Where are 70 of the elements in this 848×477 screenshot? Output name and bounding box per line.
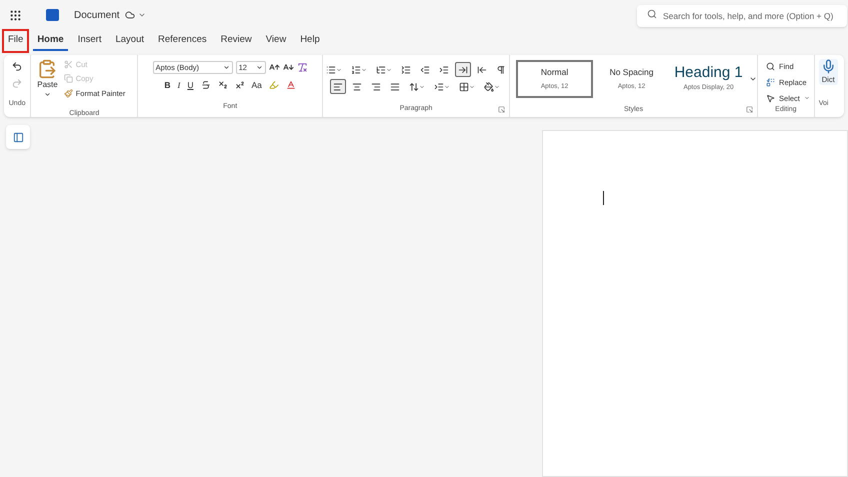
left-to-right-icon — [458, 64, 468, 74]
replace-icon — [766, 78, 776, 87]
undo-icon[interactable] — [11, 61, 24, 72]
increase-indent-icon — [439, 64, 450, 74]
ribbon-tab[interactable]: View — [262, 31, 290, 51]
caret-icon — [494, 84, 500, 90]
align-justify-icon — [390, 82, 400, 92]
dialog-launcher-icon[interactable] — [746, 106, 754, 113]
search-icon — [766, 62, 776, 72]
superscript-icon[interactable] — [234, 80, 244, 90]
caret-icon — [361, 66, 368, 72]
underline-button[interactable]: U — [187, 79, 194, 92]
ribbon-tab[interactable]: Help — [296, 31, 324, 51]
shrink-font-icon[interactable] — [282, 62, 294, 73]
right-to-left-icon — [477, 64, 488, 74]
align-right-icon — [370, 82, 381, 92]
navigation-pane-button[interactable] — [6, 125, 30, 149]
ribbon-tab[interactable]: Review — [216, 31, 256, 51]
change-case-button[interactable]: Aa — [252, 79, 262, 92]
caret-icon — [468, 84, 475, 90]
paragraph-button[interactable] — [330, 79, 346, 94]
font-color-icon[interactable] — [286, 80, 296, 90]
shading-icon — [484, 82, 494, 92]
bullets-icon — [326, 64, 336, 74]
bold-button[interactable]: B — [164, 79, 171, 92]
align-left-icon — [332, 82, 343, 92]
caret-icon — [386, 66, 392, 72]
caret-icon — [44, 91, 51, 98]
numbered-list-icon — [351, 64, 362, 74]
dialog-launcher-icon[interactable] — [498, 106, 506, 113]
ribbon-tab[interactable]: References — [154, 31, 211, 51]
clipboard-icon — [37, 59, 58, 79]
grow-font-icon[interactable] — [268, 62, 280, 73]
caret-icon — [336, 66, 342, 72]
panel-icon — [12, 132, 24, 142]
pointer-icon — [766, 94, 776, 103]
paste-button[interactable]: Paste — [37, 59, 58, 99]
paintbrush-icon — [64, 88, 73, 98]
clear-formatting-icon[interactable] — [296, 62, 308, 73]
align-center-icon — [352, 82, 362, 92]
search-icon — [647, 9, 657, 19]
cloud-icon[interactable] — [124, 10, 135, 20]
paragraph-button[interactable] — [455, 62, 472, 77]
app-launcher-icon[interactable] — [9, 8, 22, 22]
caret-icon — [804, 95, 810, 102]
ribbon-tab[interactable]: Home — [33, 31, 68, 51]
borders-icon — [458, 82, 469, 92]
ribbon-tab[interactable]: Layout — [111, 31, 148, 51]
document-title[interactable]: Document — [74, 8, 120, 22]
decrease-indent-icon — [420, 64, 430, 74]
multilevel-list-icon — [376, 64, 386, 74]
ribbon-tab[interactable]: Insert — [74, 31, 106, 51]
italic-button[interactable]: I — [178, 79, 180, 92]
copy-icon — [64, 74, 73, 84]
scissors-icon — [64, 60, 73, 70]
ribbon-tab[interactable]: File — [4, 31, 28, 51]
more-styles-icon[interactable] — [749, 75, 758, 83]
caret-icon — [256, 64, 263, 71]
caret-icon — [444, 84, 450, 90]
caret-icon — [222, 64, 230, 71]
microphone-icon — [820, 59, 836, 74]
search-field[interactable]: Search for tools, help, and more (Option + Q) — [637, 5, 847, 27]
caret-icon[interactable] — [138, 11, 146, 19]
text-cursor — [603, 191, 604, 205]
line-spacing-icon — [408, 82, 419, 92]
list-icon — [401, 64, 412, 74]
strikethrough-icon[interactable] — [200, 80, 210, 90]
subscript-icon[interactable] — [218, 80, 228, 90]
caret-icon — [418, 84, 425, 90]
pilcrow-icon — [496, 64, 506, 74]
